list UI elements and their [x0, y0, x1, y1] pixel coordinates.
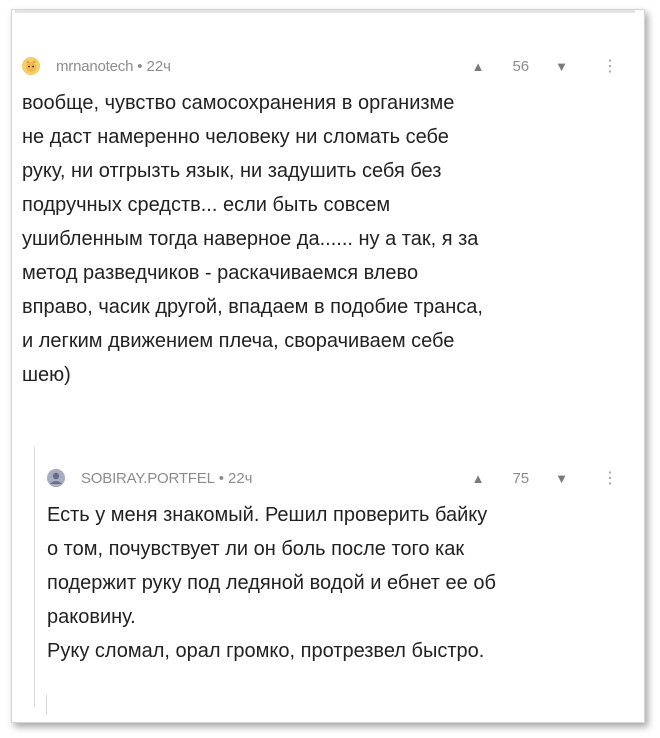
more-options-icon[interactable]: ⋮ [602, 56, 618, 76]
comment-author[interactable]: SOBIRAY.PORTFEL [81, 470, 215, 487]
comment-body: вообще, чувство самосохранения в организ… [22, 92, 483, 386]
reply-comment: SOBIRAY.PORTFEL • 22ч ▲ 75 ▼ ⋮ Есть у ме… [47, 460, 632, 668]
comment: mrnanotech • 22ч ▲ 56 ▼ ⋮ вообще, чувств… [22, 48, 632, 392]
meta-separator: • [218, 469, 224, 487]
comment-time: 22ч [227, 469, 253, 487]
comment-header: SOBIRAY.PORTFEL • 22ч ▲ 75 ▼ ⋮ [47, 460, 632, 496]
top-divider [15, 10, 635, 13]
reply-thread-line [46, 695, 47, 715]
upvote-icon[interactable]: ▲ [472, 59, 485, 74]
comment-time: 22ч [146, 57, 171, 75]
more-options-icon[interactable]: ⋮ [602, 468, 618, 488]
downvote-icon[interactable]: ▼ [555, 471, 568, 486]
downvote-icon[interactable]: ▼ [555, 59, 568, 74]
comment-body: Есть у меня знакомый. Решил проверить ба… [47, 504, 496, 662]
vote-controls: ▲ 75 ▼ ⋮ [472, 460, 618, 496]
thread-line [34, 447, 35, 707]
user-avatar-icon[interactable] [47, 469, 65, 487]
comment-score: 75 [512, 469, 530, 487]
vote-controls: ▲ 56 ▼ ⋮ [472, 48, 618, 84]
upvote-icon[interactable]: ▲ [472, 471, 485, 486]
meta-separator: • [137, 57, 143, 75]
comment-author[interactable]: mrnanotech [56, 58, 133, 75]
comment-header: mrnanotech • 22ч ▲ 56 ▼ ⋮ [22, 48, 632, 84]
comment-score: 56 [512, 57, 530, 75]
cat-avatar-icon[interactable] [22, 57, 40, 75]
